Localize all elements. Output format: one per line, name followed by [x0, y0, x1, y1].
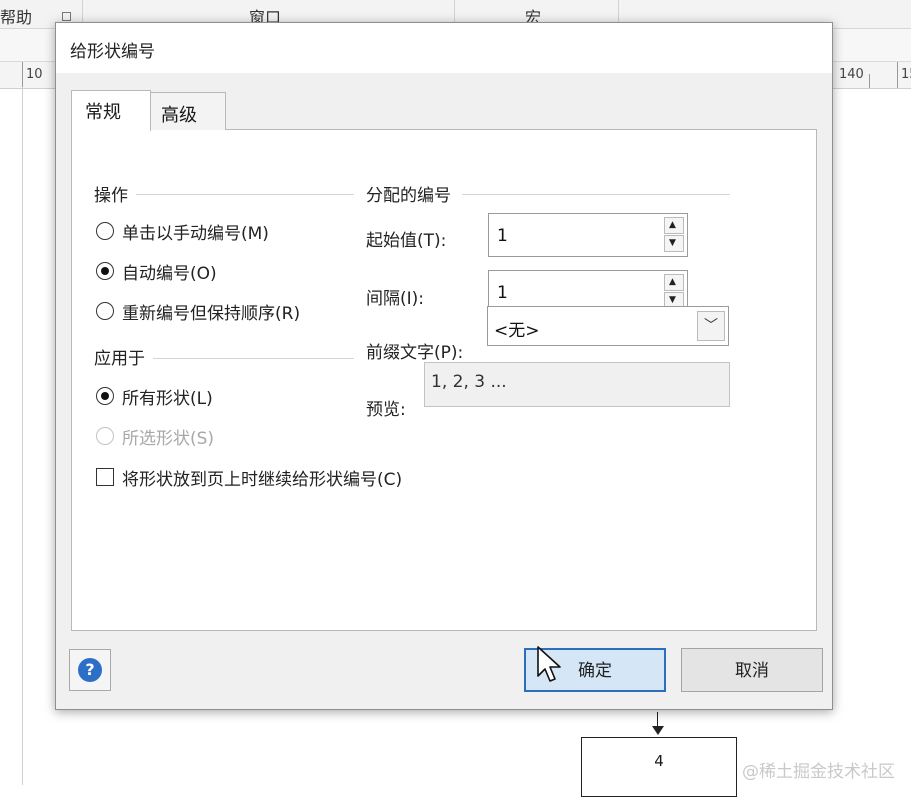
- watermark: @稀土掘金技术社区: [742, 762, 895, 782]
- spin-up-icon[interactable]: ▲: [664, 217, 684, 234]
- canvas-shape-number: 4: [654, 752, 664, 770]
- start-value-input[interactable]: [495, 223, 649, 249]
- start-value-label: 起始值(T):: [366, 231, 447, 251]
- tab-advanced[interactable]: 高级: [150, 92, 226, 130]
- ruler-tick: [22, 62, 23, 88]
- group-divider: [462, 194, 730, 195]
- group-title-apply-to: 应用于: [94, 344, 153, 369]
- ruler-tick: [869, 74, 870, 88]
- prefix-text-label: 前缀文字(P):: [366, 343, 464, 363]
- radio-renumber-label[interactable]: 重新编号但保持顺序(R): [122, 299, 300, 324]
- tab-general[interactable]: 常规: [71, 90, 151, 131]
- spin-up-icon[interactable]: ▲: [664, 274, 684, 291]
- preview-box: 1, 2, 3 ...: [424, 362, 730, 407]
- preview-label: 预览:: [366, 400, 406, 420]
- dropdown-arrow[interactable]: ﹀: [697, 311, 725, 341]
- radio-all-shapes-label[interactable]: 所有形状(L): [122, 384, 213, 409]
- question-mark-icon: ?: [78, 658, 102, 682]
- checkbox-continue-icon[interactable]: [96, 468, 114, 486]
- prefix-text-value: <无>: [494, 321, 540, 341]
- vertical-ruler: [22, 87, 23, 785]
- start-value-spinner[interactable]: ▲ ▼: [488, 213, 688, 257]
- canvas-process-shape[interactable]: 4: [581, 737, 737, 797]
- group-divider: [132, 194, 354, 195]
- radio-selected-shapes-icon: [96, 427, 114, 445]
- cancel-button[interactable]: 取消: [681, 648, 823, 692]
- help-button[interactable]: ?: [69, 649, 111, 691]
- radio-selected-dot: [101, 267, 109, 275]
- preview-value: 1, 2, 3 ...: [431, 372, 507, 392]
- chevron-down-icon: ﹀: [704, 318, 718, 334]
- menu-collapse-icon[interactable]: [62, 12, 71, 21]
- radio-manual-icon[interactable]: [96, 222, 114, 240]
- radio-auto-label[interactable]: 自动编号(O): [122, 259, 217, 284]
- ruler-label: 140: [839, 67, 864, 82]
- group-title-assigned-numbers: 分配的编号: [366, 181, 459, 206]
- radio-selected-shapes-label: 所选形状(S): [122, 429, 215, 449]
- interval-label: 间隔(I):: [366, 289, 425, 309]
- radio-auto-icon[interactable]: [96, 262, 114, 280]
- radio-renumber-icon[interactable]: [96, 302, 114, 320]
- interval-input[interactable]: [495, 280, 649, 306]
- group-divider: [152, 358, 354, 359]
- ruler-tick: [897, 62, 898, 88]
- tab-general-label: 常规: [85, 102, 121, 123]
- tab-advanced-label: 高级: [161, 105, 197, 126]
- ruler-label: 10: [26, 67, 43, 82]
- dialog-title: 给形状编号: [70, 42, 155, 62]
- radio-manual-label[interactable]: 单击以手动编号(M): [122, 219, 269, 244]
- menu-help[interactable]: 帮助: [0, 4, 32, 28]
- group-title-operation: 操作: [94, 181, 136, 206]
- dialog-titlebar[interactable]: 给形状编号: [56, 23, 832, 73]
- prefix-text-select[interactable]: <无> ﹀: [487, 306, 729, 346]
- connector-arrow-icon: [652, 726, 664, 735]
- number-shapes-dialog: 给形状编号 常规 高级 操作 单击以手动编号(M) 自动编号(O) 重新编号但保…: [55, 22, 833, 710]
- radio-all-shapes-icon[interactable]: [96, 387, 114, 405]
- ruler-label: 15: [901, 67, 911, 82]
- checkbox-continue-label[interactable]: 将形状放到页上时继续给形状编号(C): [122, 465, 402, 490]
- spin-down-icon[interactable]: ▼: [664, 235, 684, 252]
- radio-selected-dot: [101, 392, 109, 400]
- mouse-pointer-icon: [537, 646, 561, 682]
